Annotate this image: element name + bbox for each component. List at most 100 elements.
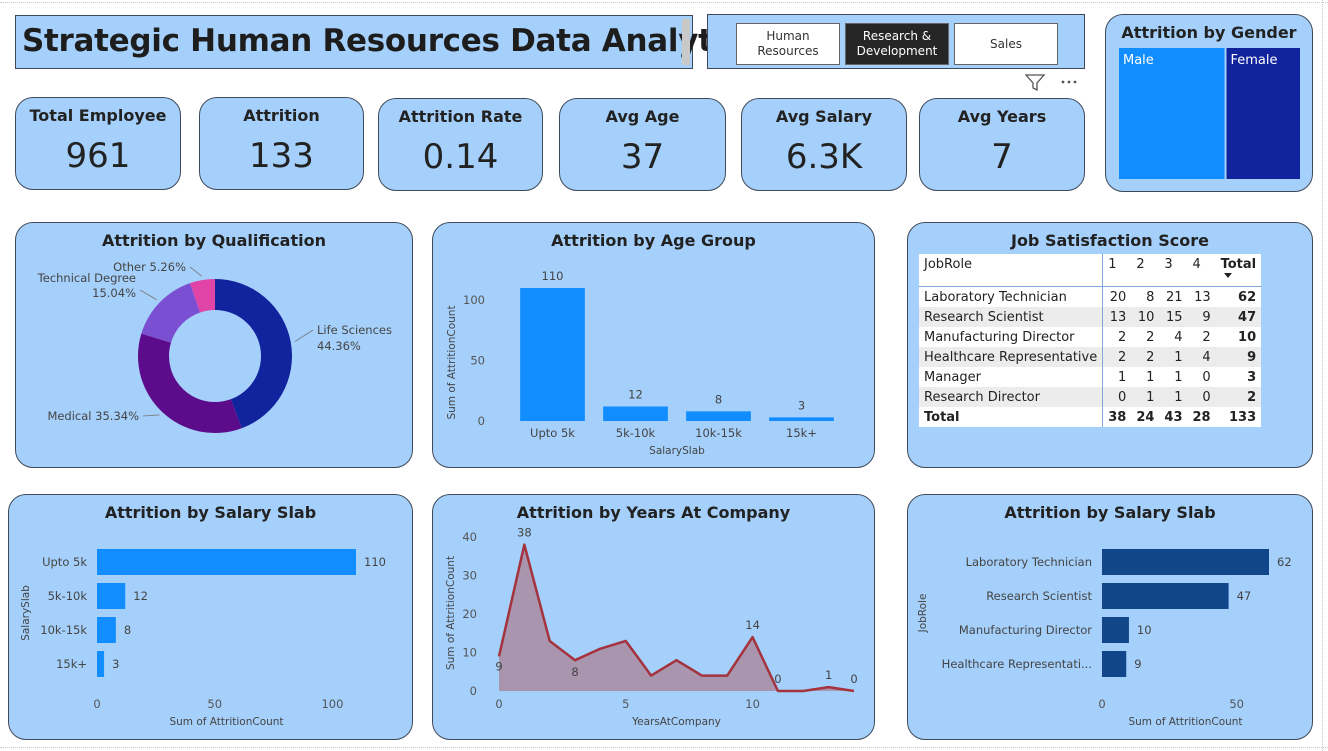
data-label: 3	[112, 657, 119, 671]
table-total-row: Total 38 24 43 28 133	[919, 407, 1261, 427]
data-label: 8	[571, 665, 578, 679]
x-tick-label: 100	[321, 697, 343, 711]
x-axis-title: YearsAtCompany	[631, 716, 721, 728]
cell-score-4: 13	[1194, 289, 1211, 305]
column-header-3[interactable]: 3	[1159, 254, 1187, 287]
bar	[1102, 617, 1129, 643]
column-header-jobrole[interactable]: JobRole	[919, 254, 1104, 287]
bar	[520, 288, 585, 421]
kpi-value: 7	[991, 137, 1013, 177]
slicer-sales[interactable]: Sales	[954, 23, 1058, 65]
filter-icon[interactable]	[1024, 74, 1046, 92]
cell-jobrole: Manager	[919, 367, 1104, 387]
years-at-company-card: Attrition by Years At Company 0 10 20 30 40 9…	[432, 494, 875, 740]
data-label: 62	[1277, 555, 1292, 569]
cell-score-4: 4	[1187, 347, 1216, 367]
cell-total-4: 28	[1192, 409, 1211, 425]
title-scrollbar[interactable]	[682, 19, 690, 65]
department-slicer: Human Resources Research & Development S…	[707, 14, 1085, 69]
kpi-label: Avg Years	[957, 107, 1047, 126]
bar	[1102, 651, 1127, 677]
cell-score-3: 1	[1159, 387, 1188, 407]
y-axis-title: JobRole	[917, 594, 929, 634]
kpi-attrition-rate: Attrition Rate 0.14	[378, 98, 543, 191]
data-label: 38	[517, 526, 532, 540]
cell-total: 47	[1215, 307, 1262, 327]
y-axis-title: SalarySlab	[20, 585, 32, 641]
kpi-value: 6.3K	[785, 137, 863, 177]
cell-score-2: 1	[1146, 369, 1155, 385]
cell-jobrole: Laboratory Technician	[919, 286, 1104, 307]
bar	[97, 617, 116, 643]
canvas-border-right	[1322, 0, 1324, 751]
column-header-1[interactable]: 1	[1103, 254, 1132, 287]
canvas-border-top	[0, 2, 1328, 4]
cell-total: 62	[1238, 289, 1257, 305]
data-label: 8	[124, 623, 131, 637]
data-label: 3	[798, 398, 805, 412]
cell-score-1: 20	[1109, 289, 1127, 305]
cell-total: 3	[1247, 369, 1257, 385]
donut-slice	[141, 283, 201, 343]
salary-slab-bar-chart: 110 Upto 5k 12 5k-10k 8 10k-15k 3 15k+ 0 50 100 Sum…	[20, 549, 386, 728]
kpi-avg-salary: Avg Salary 6.3K	[741, 98, 907, 191]
chart-title: Job Satisfaction Score	[1010, 231, 1209, 250]
kpi-label: Attrition Rate	[398, 107, 523, 126]
slicer-research-development[interactable]: Research & Development	[845, 23, 949, 65]
y-tick-label: 20	[462, 607, 477, 621]
x-tick-label: 50	[1229, 697, 1244, 711]
cell-score-4: 0	[1187, 387, 1216, 407]
data-label: 12	[628, 387, 643, 401]
cell-score-2: 2	[1131, 347, 1160, 367]
y-tick-label: 10	[462, 646, 477, 660]
data-label: 9	[1134, 657, 1141, 671]
qualification-card: Attrition by Qualification Life Sciences…	[15, 222, 413, 468]
cell-total-3: 43	[1164, 409, 1183, 425]
kpi-label: Avg Age	[605, 107, 680, 126]
data-label: 8	[715, 392, 722, 406]
cell-jobrole: Manufacturing Director	[919, 327, 1104, 347]
column-header-4[interactable]: 4	[1188, 254, 1216, 287]
kpi-total-employee: Total Employee 961	[15, 97, 181, 190]
age-group-card: Attrition by Age Group 0 50 100 Sum of Attr…	[432, 222, 875, 468]
x-tick-label: 10	[745, 697, 760, 711]
cell-score-2: 2	[1146, 329, 1155, 345]
column-header-2[interactable]: 2	[1131, 254, 1159, 287]
cell-score-1: 0	[1102, 387, 1132, 407]
kpi-avg-years[interactable]: Avg Years 7	[919, 98, 1085, 191]
y-tick-label: 40	[462, 530, 477, 544]
more-options-icon[interactable]	[1061, 80, 1077, 84]
cell-score-2: 8	[1146, 289, 1155, 305]
y-tick-label: 5k-10k	[48, 589, 88, 603]
table-header-row: JobRole 1 2 3 4 Total	[919, 254, 1262, 287]
gender-card: Attrition by Gender Male Female	[1105, 14, 1313, 192]
x-tick-label: 0	[495, 697, 502, 711]
y-tick-label: 0	[478, 414, 485, 428]
kpi-attrition: Attrition 133	[199, 97, 364, 190]
data-label: 110	[542, 269, 564, 283]
bar	[97, 549, 356, 575]
cell-score-2: 1	[1131, 387, 1160, 407]
x-axis-title: Sum of AttritionCount	[169, 716, 283, 728]
years-area-chart: 0102030409388140 1 00 5 10YearsAtCompanySum …	[445, 526, 858, 728]
data-label: 110	[364, 555, 386, 569]
cell-grand-total: 133	[1228, 409, 1257, 425]
report-canvas: Strategic Human Resources Data Analytics…	[0, 0, 1328, 751]
data-label: 0	[850, 672, 857, 686]
y-tick-label: 100	[463, 293, 485, 307]
data-label: 47	[1237, 589, 1252, 603]
kpi-value: 0.14	[422, 137, 499, 177]
kpi-label: Attrition	[243, 106, 320, 125]
table-row: Manager 1 1 1 0 3	[919, 367, 1261, 387]
slicer-human-resources[interactable]: Human Resources	[736, 23, 840, 65]
table-row: Manufacturing Director 2 2 4 2 10	[919, 327, 1261, 347]
column-header-total[interactable]: Total	[1216, 254, 1262, 287]
x-axis-title: Sum of AttritionCount	[1128, 716, 1242, 728]
y-tick-label: 0	[470, 684, 477, 698]
kpi-value: 37	[620, 137, 665, 177]
data-label: 0	[774, 672, 781, 686]
cell-score-1: 2	[1118, 329, 1127, 345]
cell-score-4: 0	[1202, 369, 1211, 385]
donut-leader-line	[294, 329, 314, 343]
report-title-box: Strategic Human Resources Data Analytics	[15, 15, 760, 69]
